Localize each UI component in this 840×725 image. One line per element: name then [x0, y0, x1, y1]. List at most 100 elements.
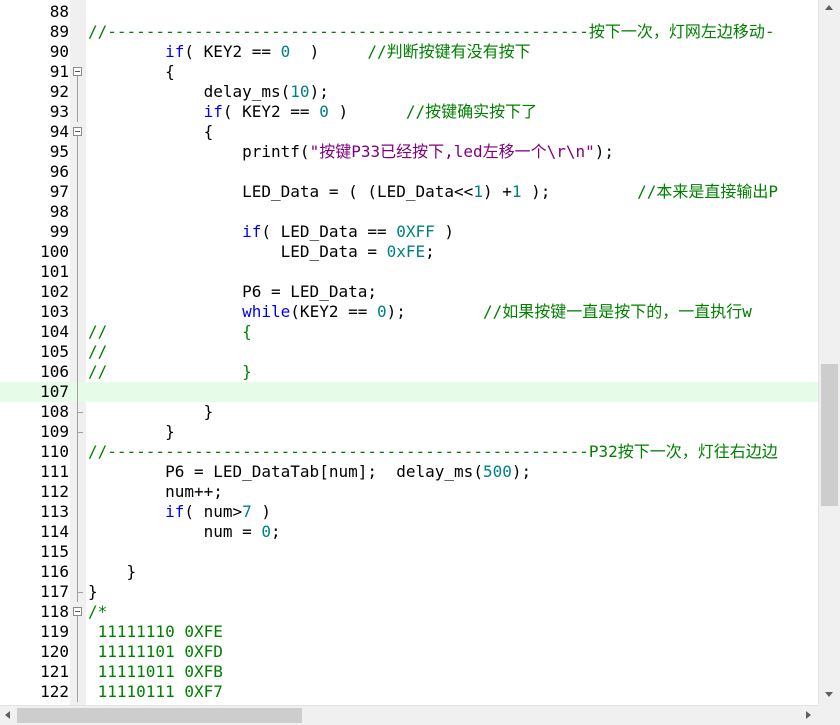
code-text[interactable]: num++;	[88, 482, 223, 502]
horizontal-scrollbar[interactable]	[0, 705, 818, 725]
code-line[interactable]: 97 LED_Data = ( (LED_Data<<1) +1 ); //本来…	[0, 182, 818, 202]
code-line[interactable]: 108 }	[0, 402, 818, 422]
code-line[interactable]: 119 11111110 0XFE	[0, 622, 818, 642]
vertical-scrollbar[interactable]	[818, 0, 840, 705]
code-line[interactable]: 99 if( LED_Data == 0XFF )	[0, 222, 818, 242]
minus-box-icon[interactable]	[73, 127, 82, 136]
code-text[interactable]: }	[88, 562, 137, 582]
code-line[interactable]: 95 printf("按键P33已经按下,led左移一个\r\n");	[0, 142, 818, 162]
code-token: 11111110 0XFE	[88, 622, 223, 641]
code-text[interactable]: 11111011 0XFB	[88, 662, 223, 682]
line-number: 94	[49, 122, 69, 141]
code-line[interactable]: 89 //------------------------------------…	[0, 22, 818, 42]
code-line[interactable]: 101	[0, 262, 818, 282]
code-token: ;	[271, 522, 281, 541]
code-text[interactable]: printf("按键P33已经按下,led左移一个\r\n");	[88, 142, 614, 162]
code-line[interactable]: 98	[0, 202, 818, 222]
code-token: // {	[88, 322, 252, 341]
code-line[interactable]: 90 if( KEY2 == 0 ) //判断按键有没有按下	[0, 42, 818, 62]
code-line[interactable]: 122 11110111 0XF7	[0, 682, 818, 702]
line-number: 115	[40, 542, 69, 561]
code-line[interactable]: 116 }	[0, 562, 818, 582]
code-line[interactable]: 93 if( KEY2 == 0 ) //按键确实按下了	[0, 102, 818, 122]
code-token: 7	[242, 502, 252, 521]
code-line[interactable]: 96	[0, 162, 818, 182]
code-line[interactable]: 105 //	[0, 342, 818, 362]
code-token: //--------------------------------------…	[88, 442, 778, 461]
code-line[interactable]: 118 /*	[0, 602, 818, 622]
code-line[interactable]: 117}	[0, 582, 818, 602]
code-line[interactable]: 107	[0, 382, 818, 402]
code-token: //按键确实按下了	[405, 102, 538, 121]
code-line[interactable]: 100 LED_Data = 0xFE;	[0, 242, 818, 262]
code-token: );	[594, 142, 615, 161]
vertical-scroll-thumb[interactable]	[821, 364, 838, 506]
code-text[interactable]: }	[88, 422, 175, 442]
arrow-left-icon[interactable]	[5, 711, 10, 719]
code-line[interactable]: 115	[0, 542, 818, 562]
code-line[interactable]: 106 // }	[0, 362, 818, 382]
minus-box-icon[interactable]	[73, 67, 82, 76]
code-line[interactable]: 120 11111101 0XFD	[0, 642, 818, 662]
code-line[interactable]: 104 // {	[0, 322, 818, 342]
code-text[interactable]: while(KEY2 == 0); //如果按键一直是按下的，一直执行w	[88, 302, 752, 322]
code-line[interactable]: 88	[0, 2, 818, 22]
fold-end-marker	[77, 592, 83, 593]
arrow-down-icon[interactable]	[825, 692, 833, 697]
code-text[interactable]: delay_ms(10);	[88, 82, 329, 102]
arrow-up-icon[interactable]	[825, 5, 833, 10]
code-text[interactable]: 11110111 0XF7	[88, 682, 223, 702]
code-line[interactable]: 112 num++;	[0, 482, 818, 502]
code-text[interactable]: // {	[88, 322, 252, 342]
fold-guide	[77, 442, 78, 462]
arrow-right-icon[interactable]	[806, 711, 811, 719]
code-token: if	[242, 222, 262, 241]
code-line[interactable]: 114 num = 0;	[0, 522, 818, 542]
code-token: while	[242, 302, 291, 321]
minus-box-icon[interactable]	[73, 607, 82, 616]
code-text[interactable]: if( KEY2 == 0 ) //判断按键有没有按下	[88, 42, 531, 62]
code-line[interactable]: 110 //-----------------------------------…	[0, 442, 818, 462]
code-text[interactable]: //	[88, 342, 107, 362]
code-text[interactable]: P6 = LED_Data;	[88, 282, 377, 302]
code-line[interactable]: 102 P6 = LED_Data;	[0, 282, 818, 302]
code-token: ( KEY2 ==	[184, 42, 281, 61]
line-number: 116	[40, 562, 69, 581]
code-text[interactable]: //--------------------------------------…	[88, 442, 778, 462]
code-text[interactable]: if( LED_Data == 0XFF )	[88, 222, 454, 242]
code-text[interactable]: //--------------------------------------…	[88, 22, 775, 42]
code-line[interactable]: 91 {	[0, 62, 818, 82]
line-number: 113	[40, 502, 69, 521]
code-text[interactable]: {	[88, 122, 214, 142]
fold-guide	[77, 302, 78, 322]
code-text[interactable]: {	[88, 62, 175, 82]
code-text[interactable]: P6 = LED_DataTab[num]; delay_ms(500);	[88, 462, 531, 482]
code-text[interactable]: }	[88, 582, 98, 602]
code-line[interactable]: 113 if( num>7 )	[0, 502, 818, 522]
code-text[interactable]: }	[88, 402, 214, 422]
line-number: 117	[40, 582, 69, 601]
fold-guide	[77, 462, 78, 482]
code-text[interactable]: if( num>7 )	[88, 502, 271, 522]
code-text[interactable]: if( KEY2 == 0 ) //按键确实按下了	[88, 102, 538, 122]
code-line[interactable]: 94 {	[0, 122, 818, 142]
code-text[interactable]: num = 0;	[88, 522, 281, 542]
code-line[interactable]: 92 delay_ms(10);	[0, 82, 818, 102]
code-token: //	[88, 342, 108, 361]
code-line[interactable]: 121 11111011 0XFB	[0, 662, 818, 682]
code-text[interactable]: /*	[88, 602, 107, 622]
code-text[interactable]: LED_Data = 0xFE;	[88, 242, 435, 262]
fold-guide	[77, 342, 78, 362]
line-number: 100	[40, 242, 69, 261]
code-text[interactable]: // }	[88, 362, 252, 382]
code-line[interactable]: 103 while(KEY2 == 0); //如果按键一直是按下的，一直执行w	[0, 302, 818, 322]
horizontal-scroll-thumb[interactable]	[17, 708, 302, 723]
code-text[interactable]: 11111110 0XFE	[88, 622, 223, 642]
fold-guide	[77, 242, 78, 262]
code-text[interactable]: 11111101 0XFD	[88, 642, 223, 662]
code-editor[interactable]: 88 89 //----------------------------------…	[0, 0, 818, 705]
code-line[interactable]: 109 }	[0, 422, 818, 442]
code-line[interactable]: 111 P6 = LED_DataTab[num]; delay_ms(500)…	[0, 462, 818, 482]
code-text[interactable]: LED_Data = ( (LED_Data<<1) +1 ); //本来是直接…	[88, 182, 778, 202]
line-number: 112	[40, 482, 69, 501]
